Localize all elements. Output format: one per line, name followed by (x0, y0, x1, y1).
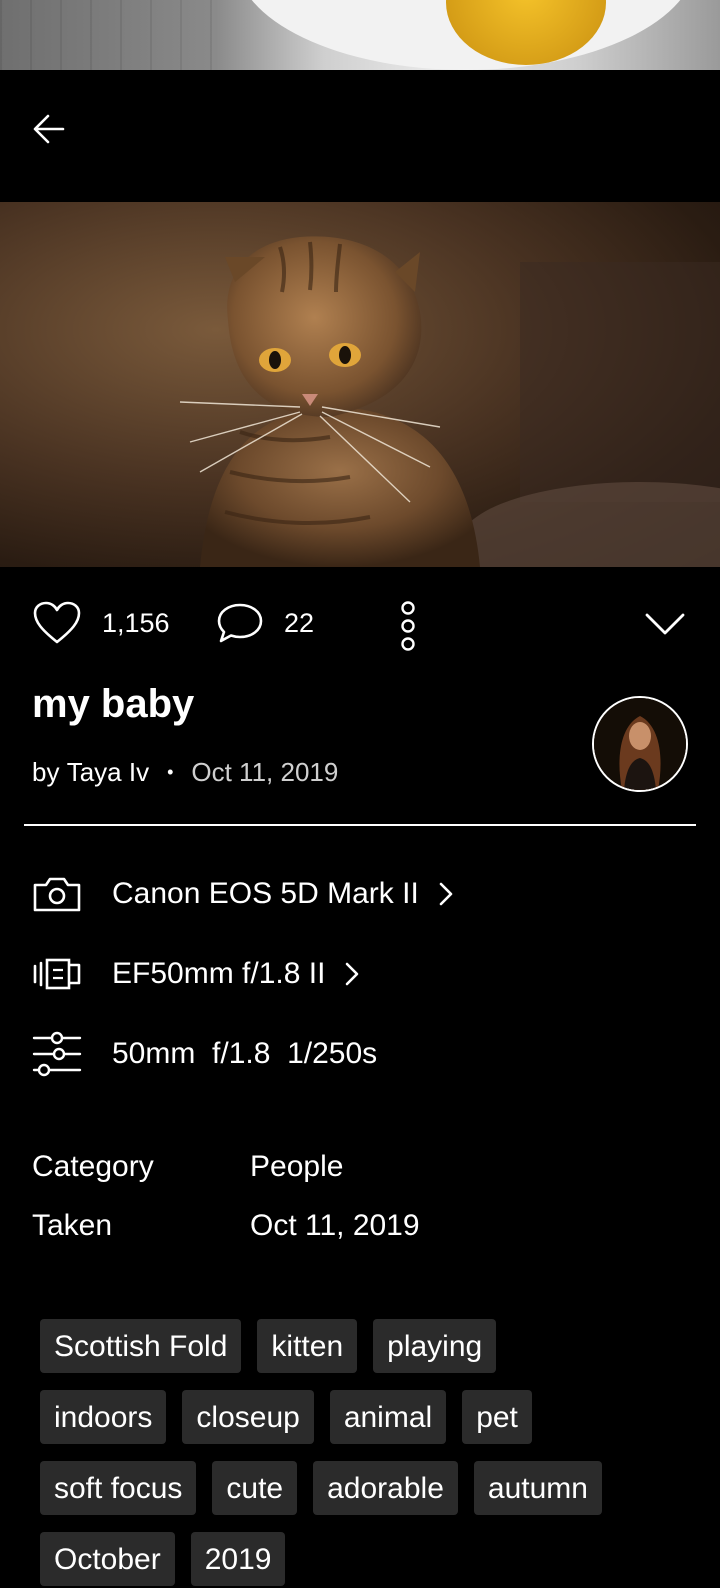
byline: by Taya Iv • Oct 11, 2019 (32, 757, 338, 788)
tag-chip[interactable]: animal (329, 1390, 447, 1444)
like-button[interactable]: 1,156 (32, 600, 170, 646)
tag-chip[interactable]: cute (212, 1461, 298, 1515)
tag-chip[interactable]: pet (462, 1390, 532, 1444)
tag-chip[interactable]: soft focus (40, 1461, 197, 1515)
more-vertical-icon (401, 601, 415, 651)
category-label: Category (32, 1150, 154, 1183)
previous-photo-peek (0, 0, 720, 70)
category-value: People (250, 1150, 344, 1183)
heart-icon (33, 601, 81, 644)
chevron-down-icon (645, 613, 685, 635)
lens-model: EF50mm f/1.8 II (112, 957, 326, 990)
tag-chip[interactable]: autumn (473, 1461, 602, 1515)
more-options-button[interactable] (388, 598, 428, 654)
photo-title: my baby (32, 682, 195, 726)
byline-separator: • (167, 762, 174, 782)
settings-sliders-icon (32, 1031, 82, 1077)
collapse-details-button[interactable] (640, 604, 690, 644)
app-bar (0, 70, 720, 202)
tag-chip[interactable]: 2019 (190, 1532, 286, 1586)
comment-icon (217, 603, 263, 643)
author-name[interactable]: Taya Iv (67, 757, 149, 788)
comment-button[interactable]: 22 (216, 602, 314, 644)
published-date: Oct 11, 2019 (191, 757, 339, 787)
tag-chip[interactable]: Scottish Fold (40, 1319, 242, 1373)
like-count: 1,156 (102, 607, 170, 638)
byline-prefix: by (32, 757, 60, 787)
author-avatar[interactable] (592, 696, 688, 792)
section-divider (24, 824, 696, 826)
chevron-right-icon (343, 961, 361, 987)
action-bar: 1,156 22 (0, 590, 720, 660)
comment-count: 22 (284, 607, 315, 638)
tag-chip[interactable]: October (40, 1532, 175, 1586)
tag-chip[interactable]: adorable (313, 1461, 458, 1515)
tag-chip[interactable]: indoors (40, 1390, 167, 1444)
exposure-settings: 50mm f/1.8 1/250s (112, 1037, 378, 1070)
taken-label: Taken (32, 1209, 113, 1242)
taken-value: Oct 11, 2019 (250, 1209, 420, 1242)
avatar-portrait (594, 698, 686, 790)
camera-icon (32, 874, 82, 914)
camera-model: Canon EOS 5D Mark II (112, 877, 419, 910)
main-photo[interactable] (0, 202, 720, 567)
camera-row[interactable]: Canon EOS 5D Mark II (32, 874, 455, 914)
tag-chip[interactable]: kitten (257, 1319, 358, 1373)
tag-chip[interactable]: playing (373, 1319, 497, 1373)
cat-photo-illustration (179, 236, 720, 567)
lens-row[interactable]: EF50mm f/1.8 II (32, 954, 361, 994)
lens-icon (32, 954, 82, 994)
back-button[interactable] (24, 104, 74, 154)
chevron-right-icon (437, 881, 455, 907)
back-arrow-icon (33, 114, 65, 144)
tag-chip[interactable]: closeup (182, 1390, 314, 1444)
exposure-settings-row: 50mm f/1.8 1/250s (32, 1031, 378, 1077)
